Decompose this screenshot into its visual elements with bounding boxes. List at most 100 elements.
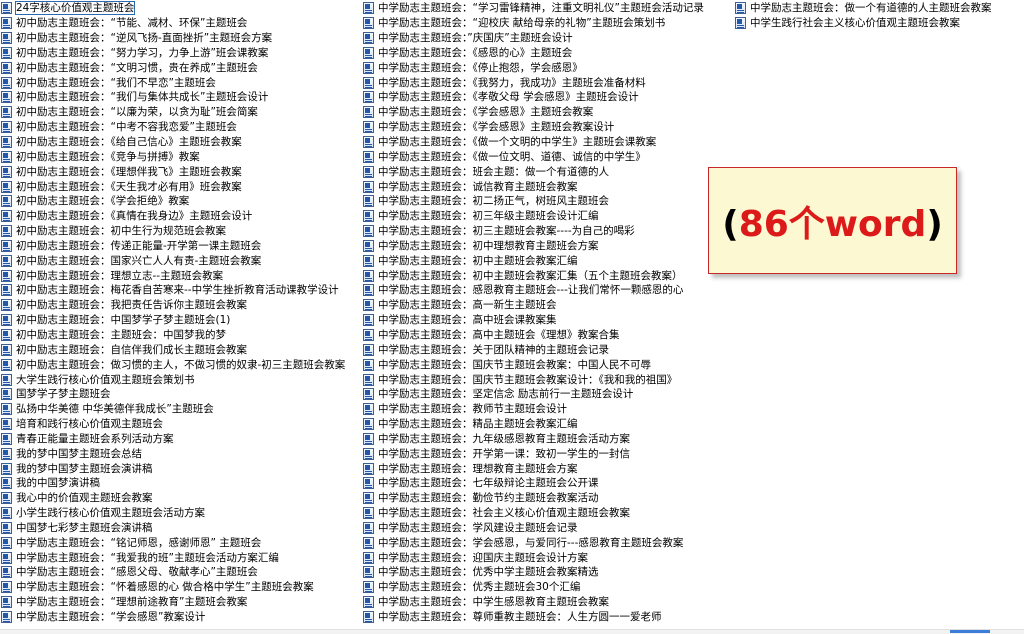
- file-item[interactable]: 初中励志主题班会：自信伴我们成长主题班会教案: [1, 342, 361, 357]
- file-item[interactable]: 初中励志主题班会：“努力学习，力争上游”班会课教案: [1, 46, 361, 61]
- file-item[interactable]: 中学励志主题班会：《学会感恩》主题班会教案设计: [363, 120, 731, 135]
- file-item[interactable]: 青春正能量主题班会系列活动方案: [1, 431, 361, 446]
- file-item[interactable]: 中学励志主题班会：初三年级主题班会设计汇编: [363, 209, 731, 224]
- file-item[interactable]: 中学励志主题班会：初二扬正气，树班风主题班会: [363, 194, 731, 209]
- file-item[interactable]: 中学励志主题班会：做一个有道德的人主题班会教案: [735, 1, 1024, 16]
- word-document-icon: [363, 165, 374, 178]
- file-item[interactable]: 初中励志主题班会：“逆风飞扬-直面挫折”主题班会方案: [1, 31, 361, 46]
- file-item[interactable]: 中学励志主题班会：“学习雷锋精神，注重文明礼仪”主题班会活动记录: [363, 1, 731, 16]
- file-item[interactable]: 中学励志主题班会：“学会感恩”教案设计: [1, 610, 361, 625]
- file-item[interactable]: 中学励志主题班会：初中主题班会教案汇编: [363, 253, 731, 268]
- file-item[interactable]: 中学励志主题班会：《停止抱怨，学会感恩》: [363, 60, 731, 75]
- file-item[interactable]: 国梦学子梦主题班会: [1, 387, 361, 402]
- file-name: 中学励志主题班会：诚信教育主题班会教案: [378, 180, 578, 193]
- file-item[interactable]: 初中励志主题班会：“中考不容我恋爱”主题班会: [1, 120, 361, 135]
- file-item[interactable]: 中学励志主题班会：迎国庆主题班会设计方案: [363, 550, 731, 565]
- file-item[interactable]: 中学励志主题班会：关于团队精神的主题班会记录: [363, 342, 731, 357]
- file-item[interactable]: 小学生践行核心价值观主题班会活动方案: [1, 506, 361, 521]
- file-item[interactable]: 培育和践行核心价值观主题班会: [1, 417, 361, 432]
- file-item[interactable]: 初中励志主题班会：《学会拒绝》教案: [1, 194, 361, 209]
- file-item[interactable]: 中学励志主题班会：《感恩的心》主题班会: [363, 46, 731, 61]
- file-item[interactable]: 初中励志主题班会：理想立志--主题班会教案: [1, 268, 361, 283]
- file-item[interactable]: 初中励志主题班会：《天生我才必有用》班会教案: [1, 179, 361, 194]
- word-document-icon: [1, 91, 12, 104]
- file-item[interactable]: 初中励志主题班会：“以廉为荣，以贪为耻”班会简案: [1, 105, 361, 120]
- file-item[interactable]: 初中励志主题班会：传递正能量-开学第一课主题班会: [1, 239, 361, 254]
- file-item[interactable]: 初中励志主题班会：中国梦学子梦主题班会(1): [1, 313, 361, 328]
- file-item[interactable]: 我心中的价值观主题班会教案: [1, 491, 361, 506]
- file-item[interactable]: 中学励志主题班会：《我努力，我成功》主题班会准备材料: [363, 75, 731, 90]
- file-item[interactable]: 初中励志主题班会：初中生行为规范班会教案: [1, 224, 361, 239]
- file-name: 中学励志主题班会：优秀中学主题班会教案精选: [378, 566, 599, 579]
- file-item[interactable]: 初中励志主题班会：《理想伴我飞》主题班会教案: [1, 164, 361, 179]
- file-item[interactable]: 我的梦中国梦主题班会演讲稿: [1, 461, 361, 476]
- file-item[interactable]: 中学励志主题班会：尊师重教主题班会：人生方圆一一爱老师: [363, 610, 731, 625]
- file-item[interactable]: 中学励志主题班会：国庆节主题班会教案设计：《我和我的祖国》: [363, 372, 731, 387]
- word-document-icon: [363, 32, 374, 45]
- file-item[interactable]: 中学励志主题班会：“我爱我的班”主题班会活动方案汇编: [1, 550, 361, 565]
- file-item[interactable]: 中学励志主题班会：高中班会课教案集: [363, 313, 731, 328]
- file-name: 中学励志主题班会：初三主题班会教案----为自己的喝彩: [378, 225, 635, 238]
- file-item[interactable]: 中学励志主题班会：国庆节主题班会教案：中国人民不可辱: [363, 357, 731, 372]
- file-item[interactable]: 弘扬中华美德 中华美德伴我成长”主题班会: [1, 402, 361, 417]
- file-item[interactable]: 中学励志主题班会：“理想前途教育”主题班会教案: [1, 595, 361, 610]
- file-item[interactable]: 中学励志主题班会：班会主题：做一个有道德的人: [363, 164, 731, 179]
- file-item[interactable]: 中学励志主题班会：《做一位文明、道德、诚信的中学生》: [363, 149, 731, 164]
- file-item[interactable]: 中学励志主题班会：学会感恩，与爱同行---感恩教育主题班会教案: [363, 535, 731, 550]
- file-item[interactable]: 初中励志主题班会：“节能、减材、环保”主题班会: [1, 16, 361, 31]
- file-item[interactable]: 24字核心价值观主题班会: [1, 1, 361, 16]
- file-item[interactable]: 初中励志主题班会：《给自己信心》主题班会教案: [1, 135, 361, 150]
- file-name: 24字核心价值观主题班会: [15, 1, 136, 16]
- word-document-icon: [1, 121, 12, 134]
- file-item[interactable]: 中学励志主题班会：“铭记师恩，感谢师恩” 主题班会: [1, 535, 361, 550]
- file-count-label: 86个word: [738, 203, 927, 245]
- file-item[interactable]: 初中励志主题班会：主题班会：中国梦我的梦: [1, 328, 361, 343]
- file-item[interactable]: 中学励志主题班会：诚信教育主题班会教案: [363, 179, 731, 194]
- file-item[interactable]: 初中励志主题班会：我把责任告诉你主题班会教案: [1, 298, 361, 313]
- file-item[interactable]: 中学生践行社会主义核心价值观主题班会教案: [735, 16, 1024, 31]
- file-item[interactable]: 中学励志主题班会：中学生感恩教育主题班会教案: [363, 595, 731, 610]
- file-item[interactable]: 我的梦中国梦主题班会总结: [1, 446, 361, 461]
- file-item[interactable]: 初中励志主题班会：梅花香自苦寒来--中学生挫折教育活动课教学设计: [1, 283, 361, 298]
- file-item[interactable]: 中学励志主题班会：坚定信念 励志前行一主题班会设计: [363, 387, 731, 402]
- file-item[interactable]: 中学励志主题班会：”庆国庆”主题班会设计: [363, 31, 731, 46]
- file-item[interactable]: 中学励志主题班会：优秀主题班会30个汇编: [363, 580, 731, 595]
- file-item[interactable]: 初中励志主题班会：“我们不早恋”主题班会: [1, 75, 361, 90]
- file-item[interactable]: 中学励志主题班会：“怀着感恩的心 做合格中学生”主题班会教案: [1, 580, 361, 595]
- file-item[interactable]: 中学励志主题班会：优秀中学主题班会教案精选: [363, 565, 731, 580]
- file-item[interactable]: 中学励志主题班会：初中理想教育主题班会方案: [363, 239, 731, 254]
- file-item[interactable]: 中学励志主题班会：感恩教育主题班会---让我们常怀一颗感恩的心: [363, 283, 731, 298]
- file-item[interactable]: 中学励志主题班会：“迎校庆 献给母亲的礼物”主题班会策划书: [363, 16, 731, 31]
- file-item[interactable]: 中学励志主题班会：开学第一课：致初一学生的一封信: [363, 446, 731, 461]
- file-item[interactable]: 中学励志主题班会：《做一个文明的中学生》主题班会课教案: [363, 135, 731, 150]
- file-name: 青春正能量主题班会系列活动方案: [16, 432, 174, 445]
- file-item[interactable]: 中国梦七彩梦主题班会演讲稿: [1, 521, 361, 536]
- file-item[interactable]: 中学励志主题班会：《孝敬父母 学会感恩》主题班会设计: [363, 90, 731, 105]
- file-item[interactable]: 中学励志主题班会：七年级辩论主题班会公开课: [363, 476, 731, 491]
- file-item[interactable]: 中学励志主题班会：社会主义核心价值观主题班会教案: [363, 506, 731, 521]
- file-item[interactable]: 中学励志主题班会：勤俭节约主题班会教案活动: [363, 491, 731, 506]
- word-document-icon: [1, 388, 12, 401]
- file-item[interactable]: 中学励志主题班会：九年级感恩教育主题班会活动方案: [363, 431, 731, 446]
- horizontal-scrollbar[interactable]: [0, 629, 1024, 634]
- file-item[interactable]: 中学励志主题班会：高中主题班会《理想》教案合集: [363, 328, 731, 343]
- file-item[interactable]: 中学励志主题班会：学风建设主题班会记录: [363, 521, 731, 536]
- file-item[interactable]: 大学生践行核心价值观主题班会策划书: [1, 372, 361, 387]
- file-item[interactable]: 中学励志主题班会：理想教育主题班会方案: [363, 461, 731, 476]
- file-item[interactable]: 中学励志主题班会：教师节主题班会设计: [363, 402, 731, 417]
- file-item[interactable]: 初中励志主题班会：国家兴亡人人有责-主题班会教案: [1, 253, 361, 268]
- file-item[interactable]: 初中励志主题班会：“文明习惯，贵在养成”主题班会: [1, 60, 361, 75]
- file-item[interactable]: 初中励志主题班会：《真情在我身边》主题班会设计: [1, 209, 361, 224]
- file-item[interactable]: 中学励志主题班会：初中主题班会教案汇集（五个主题班会教案）: [363, 268, 731, 283]
- file-name: 初中励志主题班会：自信伴我们成长主题班会教案: [16, 343, 247, 356]
- file-item[interactable]: 我的中国梦演讲稿: [1, 476, 361, 491]
- file-item[interactable]: 中学励志主题班会：“感恩父母、敬献孝心”主题班会: [1, 565, 361, 580]
- file-item[interactable]: 初中励志主题班会：做习惯的主人，不做习惯的奴隶-初三主题班会教案: [1, 357, 361, 372]
- file-item[interactable]: 初中励志主题班会：《竞争与拼搏》教案: [1, 149, 361, 164]
- file-item[interactable]: 初中励志主题班会：“我们与集体共成长”主题班会设计: [1, 90, 361, 105]
- file-item[interactable]: 中学励志主题班会：《学会感恩》主题班会教案: [363, 105, 731, 120]
- file-item[interactable]: 中学励志主题班会：初三主题班会教案----为自己的喝彩: [363, 224, 731, 239]
- file-item[interactable]: 中学励志主题班会：高一新生主题班会: [363, 298, 731, 313]
- file-item[interactable]: 中学励志主题班会：精品主题班会教案汇编: [363, 417, 731, 432]
- scrollbar-thumb[interactable]: [950, 630, 990, 633]
